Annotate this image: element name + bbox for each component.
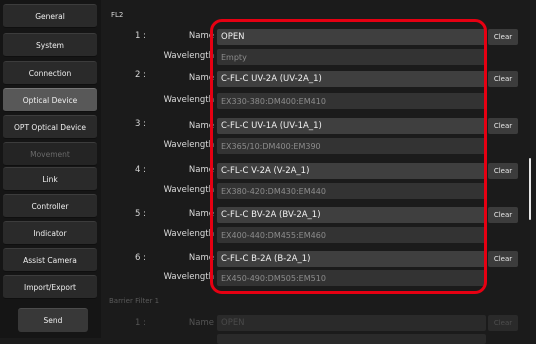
sidebar-item-controller[interactable]: Controller [3,194,97,218]
wavelength-label: Wavelength [163,51,214,61]
clear-button[interactable]: Clear [488,315,518,331]
wavelength-label: Wavelength [163,95,214,105]
name-label: Name [188,253,214,263]
name-label: Name [188,73,214,83]
barrier-filter-section-title: Barrier Filter 1 [109,297,160,305]
sidebar-item-link[interactable]: Link [3,167,97,191]
clear-button[interactable]: Clear [488,163,518,179]
name-label: Name [188,318,214,328]
name-label: Name [188,209,214,219]
wavelength-field[interactable]: EX380-420:DM430:EM440 [217,183,486,199]
sidebar-item-indicator[interactable]: Indicator [3,221,97,245]
send-button[interactable]: Send [18,308,88,332]
wavelength-field[interactable]: EX400-440:DM455:EM460 [217,227,486,243]
wavelength-field[interactable]: Empty [217,49,486,65]
wavelength-field[interactable]: EX330-380:DM400:EM410 [217,93,486,109]
name-field[interactable]: C-FL-C V-2A (V-2A_1) [217,163,486,179]
sidebar-item-connection[interactable]: Connection [3,61,97,85]
sidebar-item-optical-device[interactable]: Optical Device [3,88,97,112]
clear-button[interactable]: Clear [488,251,518,267]
clear-button[interactable]: Clear [488,118,518,134]
section-title: FL2 [111,11,124,19]
wavelength-label: Wavelength [163,229,214,239]
name-field[interactable]: OPEN [217,29,486,45]
wavelength-label: Wavelength [163,185,214,195]
name-field[interactable]: C-FL-C UV-2A (UV-2A_1) [217,71,486,87]
name-field[interactable]: C-FL-C BV-2A (BV-2A_1) [217,207,486,223]
wavelength-label: Wavelength [163,140,214,150]
name-field[interactable]: OPEN [217,315,486,331]
sidebar-item-movement: Movement [3,142,97,166]
wavelength-field[interactable]: EX450-490:DM505:EM510 [217,270,486,286]
sidebar-item-opt-optical-device[interactable]: OPT Optical Device [3,115,97,139]
wavelength-field[interactable] [217,334,486,344]
name-field[interactable]: C-FL-C B-2A (B-2A_1) [217,251,486,267]
clear-button[interactable]: Clear [488,207,518,223]
wavelength-field[interactable]: EX365/10:DM400:EM390 [217,138,486,154]
name-label: Name [188,165,214,175]
main-panel: FL2 1 : Name OPEN Clear Wavelength Empty… [101,0,536,344]
name-label: Name [188,121,214,131]
wavelength-label: Wavelength [163,272,214,282]
sidebar-item-general[interactable]: General [3,4,97,28]
name-field[interactable]: C-FL-C UV-1A (UV-1A_1) [217,118,486,134]
sidebar-item-import-export[interactable]: Import/Export [3,275,97,299]
sidebar-item-system[interactable]: System [3,33,97,57]
clear-button[interactable]: Clear [488,71,518,87]
name-label: Name [188,31,214,41]
scrollbar-thumb[interactable] [529,158,531,220]
clear-button[interactable]: Clear [488,29,518,45]
sidebar-item-assist-camera[interactable]: Assist Camera [3,248,97,272]
sidebar: General System Connection Optical Device… [0,0,101,338]
